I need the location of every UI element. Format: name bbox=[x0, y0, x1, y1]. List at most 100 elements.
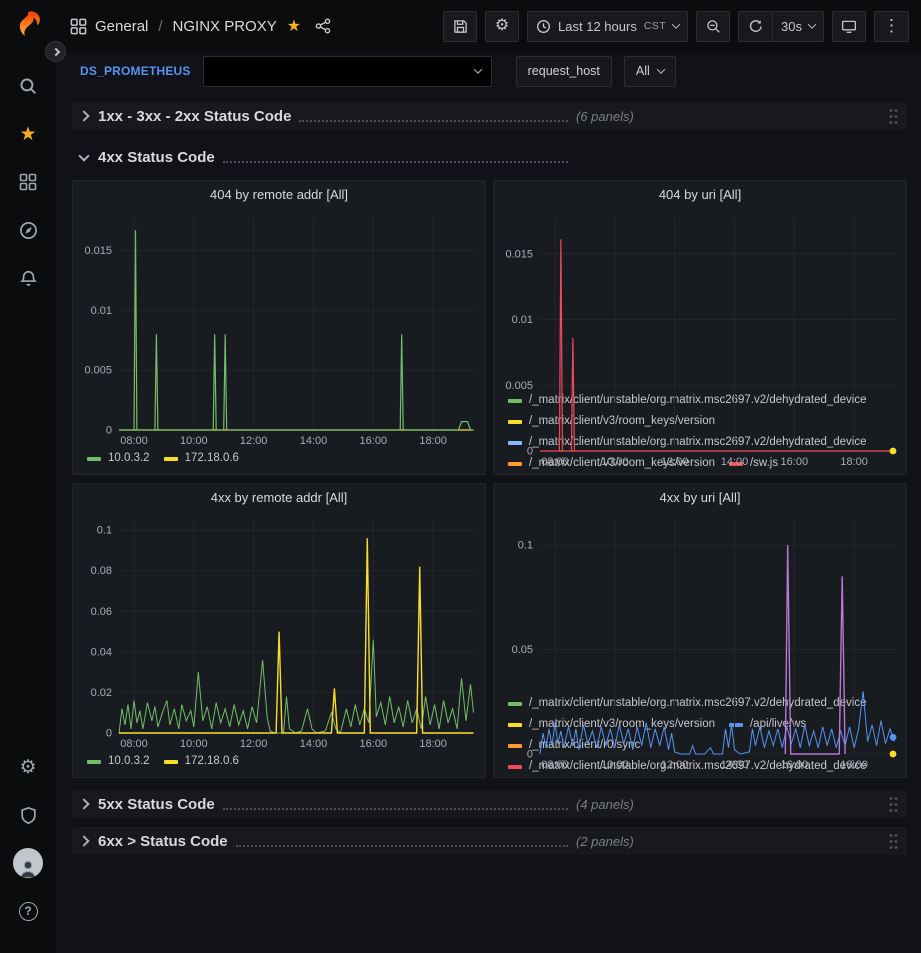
request-host-variable-label[interactable]: request_host bbox=[516, 56, 612, 87]
svg-text:08:00: 08:00 bbox=[120, 435, 148, 447]
chart-area[interactable]: 00.0050.010.01508:0010:0012:0014:0016:00… bbox=[494, 209, 906, 390]
dashboard-settings-button[interactable]: ⚙ bbox=[485, 11, 519, 42]
panel-legend: 10.0.3.2 172.18.0.6 bbox=[73, 751, 485, 777]
panel-title[interactable]: 404 by remote addr [All] bbox=[73, 181, 485, 209]
chevron-down-icon bbox=[672, 20, 680, 28]
panel-4xx-by-uri: 4xx by uri [All] 00.050.108:0010:0012:00… bbox=[493, 483, 907, 778]
svg-text:0: 0 bbox=[106, 425, 112, 437]
svg-text:0.01: 0.01 bbox=[512, 314, 533, 326]
svg-text:0: 0 bbox=[527, 446, 533, 458]
favorite-star-icon[interactable]: ★ bbox=[287, 16, 301, 36]
svg-text:10:00: 10:00 bbox=[601, 456, 629, 468]
svg-text:18:00: 18:00 bbox=[840, 456, 868, 468]
svg-text:0.05: 0.05 bbox=[512, 644, 533, 656]
svg-text:0.04: 0.04 bbox=[91, 646, 112, 658]
panel-legend: 10.0.3.2 172.18.0.6 bbox=[73, 448, 485, 474]
row-drag-handle[interactable] bbox=[886, 796, 901, 813]
refresh-interval-label: 30s bbox=[781, 19, 802, 34]
row-header-1xx-3xx-2xx[interactable]: 1xx - 3xx - 2xx Status Code (6 panels) bbox=[72, 102, 907, 130]
chart-canvas[interactable]: 00.020.040.060.080.108:0010:0012:0014:00… bbox=[73, 512, 485, 751]
svg-text:0.08: 0.08 bbox=[91, 565, 112, 577]
svg-text:0.06: 0.06 bbox=[91, 606, 112, 618]
row-header-5xx[interactable]: 5xx Status Code (4 panels) bbox=[72, 790, 907, 818]
legend-item[interactable]: 10.0.3.2 bbox=[87, 752, 150, 771]
refresh-button[interactable] bbox=[738, 11, 772, 42]
svg-text:0.015: 0.015 bbox=[505, 248, 533, 260]
server-admin-shield-icon[interactable] bbox=[8, 795, 48, 835]
svg-text:08:00: 08:00 bbox=[120, 738, 148, 750]
datasource-value-select[interactable] bbox=[203, 56, 492, 87]
time-range-picker[interactable]: Last 12 hours CST bbox=[527, 11, 688, 42]
share-icon[interactable] bbox=[315, 18, 331, 34]
panel-title[interactable]: 4xx by remote addr [All] bbox=[73, 484, 485, 512]
chart-canvas[interactable]: 00.0050.010.01508:0010:0012:0014:0016:00… bbox=[73, 209, 485, 448]
row-panel-count: (4 panels) bbox=[576, 797, 634, 812]
explore-icon[interactable] bbox=[8, 210, 48, 250]
svg-text:0.01: 0.01 bbox=[91, 305, 112, 317]
row-drag-handle[interactable] bbox=[886, 833, 901, 850]
datasource-variable-label[interactable]: DS_PROMETHEUS bbox=[80, 64, 191, 78]
dashboard-grid-icon bbox=[70, 18, 87, 35]
svg-text:14:00: 14:00 bbox=[300, 435, 328, 447]
row-title[interactable]: 6xx > Status Code bbox=[98, 833, 228, 850]
panel-4xx-by-remote-addr: 4xx by remote addr [All] 00.020.040.060.… bbox=[72, 483, 486, 778]
panel-404-by-uri: 404 by uri [All] 00.0050.010.01508:0010:… bbox=[493, 180, 907, 475]
chart-area[interactable]: 00.050.108:0010:0012:0014:0016:0018:00 bbox=[494, 512, 906, 693]
breadcrumb-dashboard-title[interactable]: NGINX PROXY bbox=[173, 18, 277, 35]
breadcrumb-separator: / bbox=[158, 18, 162, 35]
svg-text:18:00: 18:00 bbox=[840, 759, 868, 771]
dotted-leader bbox=[236, 836, 568, 847]
request-host-value-select[interactable]: All bbox=[624, 56, 676, 87]
svg-text:08:00: 08:00 bbox=[541, 759, 569, 771]
chart-canvas[interactable]: 00.0050.010.01508:0010:0012:0014:0016:00… bbox=[494, 209, 906, 469]
dashboards-icon[interactable] bbox=[8, 162, 48, 202]
chevron-down-icon bbox=[657, 65, 665, 73]
row-title[interactable]: 5xx Status Code bbox=[98, 796, 215, 813]
svg-text:0.02: 0.02 bbox=[91, 687, 112, 699]
help-icon[interactable]: ? bbox=[8, 891, 48, 931]
left-sidebar: ★ ⚙ ? bbox=[0, 0, 56, 953]
legend-item[interactable]: 10.0.3.2 bbox=[87, 449, 150, 468]
grafana-logo[interactable] bbox=[11, 10, 45, 44]
svg-text:16:00: 16:00 bbox=[781, 759, 809, 771]
zoom-out-button[interactable] bbox=[696, 11, 730, 42]
legend-color-marker bbox=[87, 457, 101, 461]
breadcrumb-folder[interactable]: General bbox=[95, 18, 148, 35]
chart-canvas[interactable]: 00.050.108:0010:0012:0014:0016:0018:00 bbox=[494, 512, 906, 772]
legend-label: 172.18.0.6 bbox=[185, 449, 239, 468]
refresh-group: 30s bbox=[738, 11, 824, 42]
user-avatar[interactable] bbox=[8, 843, 48, 883]
svg-text:0.1: 0.1 bbox=[518, 540, 533, 552]
row-title[interactable]: 1xx - 3xx - 2xx Status Code bbox=[98, 108, 291, 125]
svg-text:12:00: 12:00 bbox=[661, 759, 689, 771]
settings-gear-icon[interactable]: ⚙ bbox=[8, 747, 48, 787]
save-dashboard-button[interactable] bbox=[443, 11, 477, 42]
chart-area[interactable]: 00.0050.010.01508:0010:0012:0014:0016:00… bbox=[73, 209, 485, 448]
legend-item[interactable]: 172.18.0.6 bbox=[164, 449, 239, 468]
search-icon[interactable] bbox=[8, 66, 48, 106]
variables-toolbar: DS_PROMETHEUS request_host All bbox=[56, 52, 921, 90]
tv-mode-button[interactable] bbox=[832, 11, 866, 42]
starred-dashboards-icon[interactable]: ★ bbox=[8, 114, 48, 154]
dotted-leader bbox=[223, 152, 568, 163]
timezone-label: CST bbox=[644, 20, 666, 32]
row-title[interactable]: 4xx Status Code bbox=[98, 149, 215, 166]
panel-title[interactable]: 404 by uri [All] bbox=[494, 181, 906, 209]
legend-label: 10.0.3.2 bbox=[108, 752, 150, 771]
svg-text:0.005: 0.005 bbox=[505, 380, 533, 392]
alerting-bell-icon[interactable] bbox=[8, 258, 48, 298]
legend-item[interactable]: 172.18.0.6 bbox=[164, 752, 239, 771]
sidebar-expand-button[interactable] bbox=[45, 41, 66, 62]
refresh-interval-picker[interactable]: 30s bbox=[772, 11, 824, 42]
panel-title[interactable]: 4xx by uri [All] bbox=[494, 484, 906, 512]
dotted-leader bbox=[299, 111, 568, 122]
row-panel-count: (6 panels) bbox=[576, 109, 634, 124]
chevron-right-icon bbox=[78, 110, 89, 121]
row-header-6xx[interactable]: 6xx > Status Code (2 panels) bbox=[72, 827, 907, 855]
chart-area[interactable]: 00.020.040.060.080.108:0010:0012:0014:00… bbox=[73, 512, 485, 751]
row-drag-handle[interactable] bbox=[886, 108, 901, 125]
svg-text:0.005: 0.005 bbox=[84, 365, 112, 377]
row-header-4xx[interactable]: 4xx Status Code bbox=[72, 142, 907, 172]
kebab-menu-button[interactable]: ⋮ bbox=[874, 11, 909, 42]
legend-color-marker bbox=[164, 760, 178, 764]
